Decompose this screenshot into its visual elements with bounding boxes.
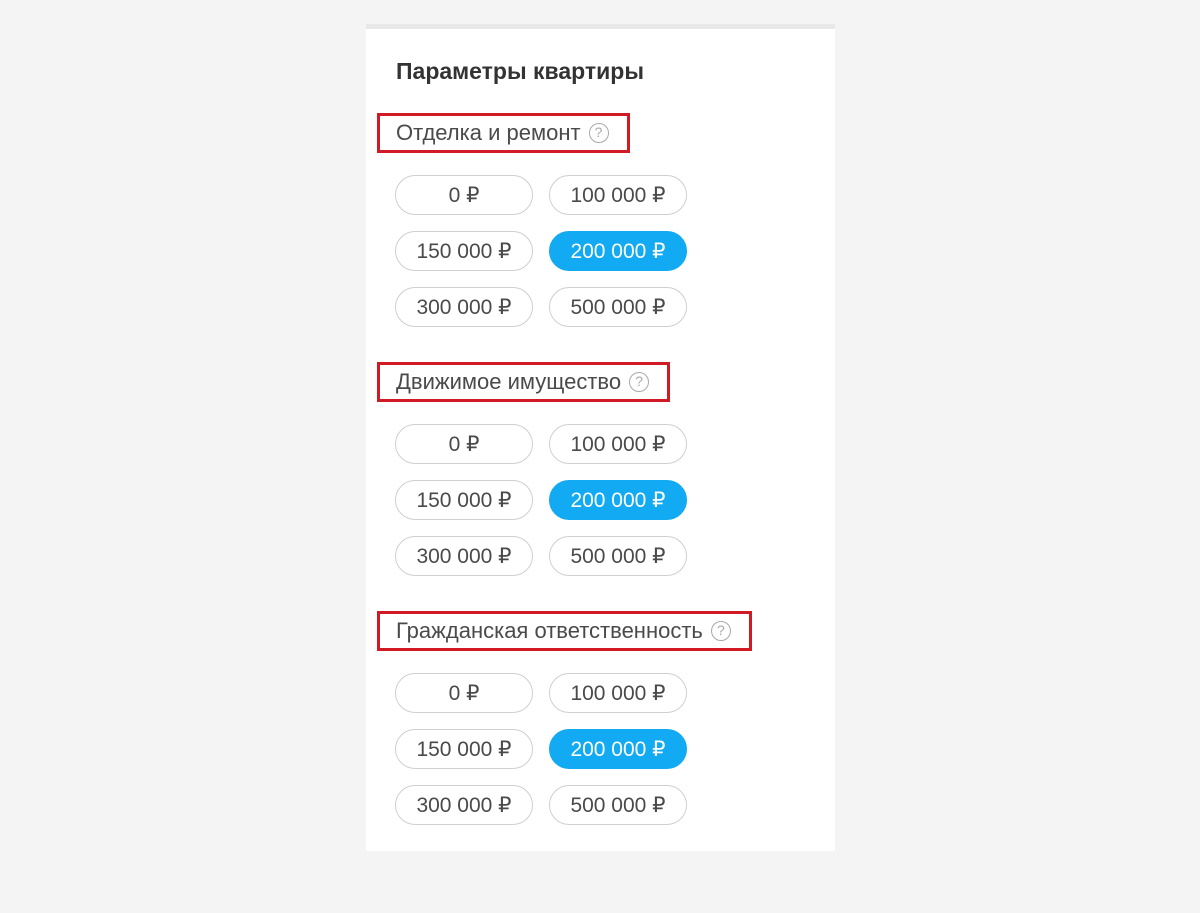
option-button-selected[interactable]: 200 000 ₽: [549, 231, 687, 271]
option-button[interactable]: 500 000 ₽: [549, 785, 687, 825]
option-button[interactable]: 0 ₽: [395, 673, 533, 713]
option-button[interactable]: 150 000 ₽: [395, 231, 533, 271]
option-button[interactable]: 100 000 ₽: [549, 424, 687, 464]
question-circle-icon[interactable]: ?: [710, 621, 731, 641]
option-button[interactable]: 500 000 ₽: [549, 536, 687, 576]
section-label: Гражданская ответственность: [396, 618, 703, 643]
apartment-parameters-panel: Параметры квартиры Отделка и ремонт ? 0 …: [366, 24, 835, 851]
option-button[interactable]: 300 000 ₽: [395, 785, 533, 825]
option-button[interactable]: 0 ₽: [395, 175, 533, 215]
section-label: Движимое имущество: [396, 369, 622, 394]
option-button-selected[interactable]: 200 000 ₽: [549, 729, 687, 769]
option-button[interactable]: 300 000 ₽: [395, 536, 533, 576]
section-label: Отделка и ремонт: [396, 120, 581, 145]
section-header-finishing-repair: Отделка и ремонт ?: [377, 113, 630, 153]
panel-title: Параметры квартиры: [396, 58, 644, 84]
option-button[interactable]: 500 000 ₽: [549, 287, 687, 327]
question-circle-icon[interactable]: ?: [588, 123, 609, 143]
option-button[interactable]: 100 000 ₽: [549, 673, 687, 713]
option-button[interactable]: 300 000 ₽: [395, 287, 533, 327]
option-button[interactable]: 100 000 ₽: [549, 175, 687, 215]
option-button[interactable]: 0 ₽: [395, 424, 533, 464]
section-header-civil-liability: Гражданская ответственность ?: [377, 611, 752, 651]
option-button-selected[interactable]: 200 000 ₽: [549, 480, 687, 520]
section-header-movable-property: Движимое имущество ?: [377, 362, 671, 402]
question-circle-icon[interactable]: ?: [629, 372, 650, 392]
option-button[interactable]: 150 000 ₽: [395, 729, 533, 769]
option-button[interactable]: 150 000 ₽: [395, 480, 533, 520]
